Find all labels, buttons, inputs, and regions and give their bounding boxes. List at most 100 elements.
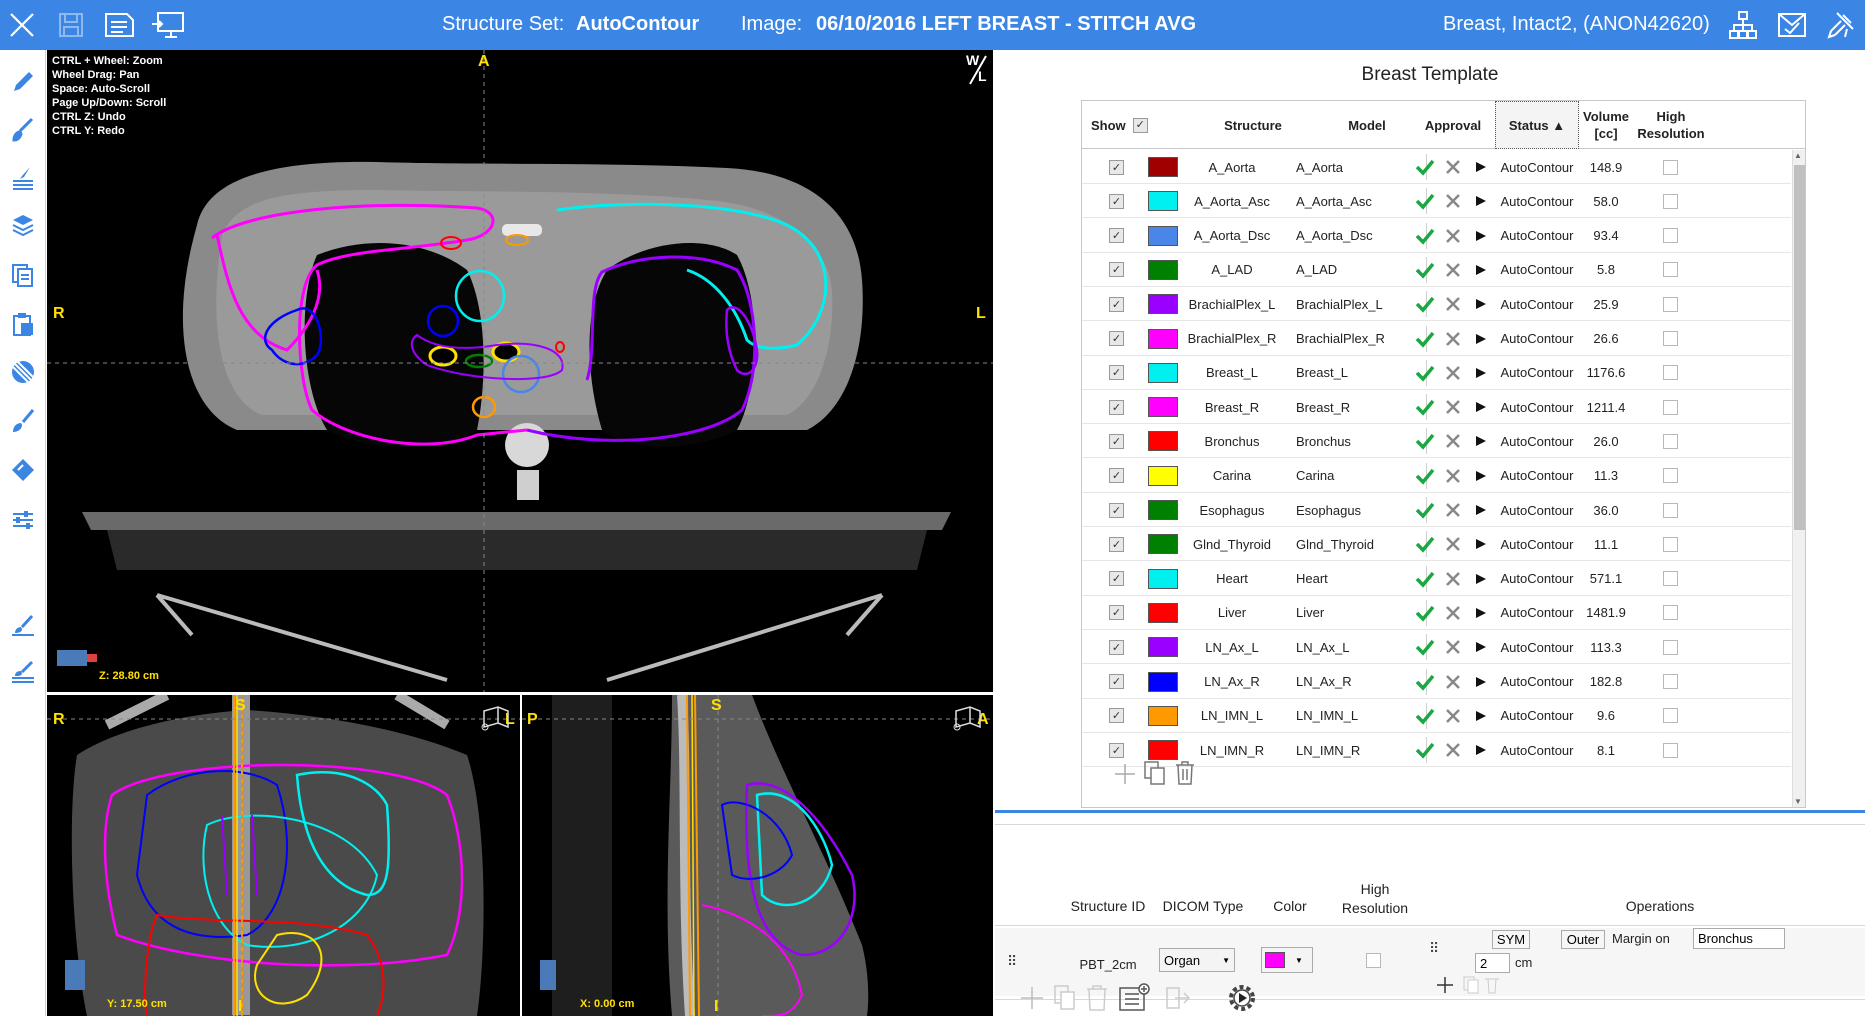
model-cell[interactable]: BrachialPlex_R ⌄ — [1292, 322, 1427, 356]
model-dropdown[interactable]: BrachialPlex_L ⌄ — [1292, 291, 1427, 318]
add-operation-icon[interactable] — [1436, 976, 1454, 994]
show-all-checkbox[interactable]: ✓ — [1132, 117, 1148, 133]
model-dropdown[interactable]: Glnd_Thyroid ⌄ — [1292, 531, 1427, 558]
high-resolution-checkbox[interactable] — [1663, 365, 1678, 381]
reject-icon[interactable] — [1445, 356, 1461, 390]
3d-view-icon[interactable] — [480, 703, 512, 731]
show-checkbox[interactable]: ✓ — [1109, 193, 1124, 209]
play-icon[interactable] — [1475, 527, 1487, 561]
model-dropdown[interactable]: A_Aorta_Dsc ⌄ — [1292, 222, 1427, 249]
export-icon[interactable] — [1163, 984, 1191, 1012]
table-row[interactable]: ✓ LN_Ax_L LN_Ax_L ⌄ AutoContour 113.3 — [1082, 630, 1791, 665]
copy-row-icon[interactable] — [1053, 984, 1077, 1012]
structure-color-swatch[interactable] — [1148, 157, 1178, 177]
play-icon[interactable] — [1475, 356, 1487, 390]
play-icon[interactable] — [1475, 150, 1487, 184]
structure-color-swatch[interactable] — [1148, 534, 1178, 555]
show-checkbox[interactable]: ✓ — [1109, 674, 1124, 689]
reject-icon[interactable] — [1445, 527, 1461, 561]
reject-icon[interactable] — [1445, 733, 1461, 767]
reject-icon[interactable] — [1445, 596, 1461, 630]
approve-icon[interactable] — [1415, 253, 1435, 287]
play-icon[interactable] — [1475, 390, 1487, 424]
reject-icon[interactable] — [1445, 322, 1461, 356]
reject-icon[interactable] — [1445, 219, 1461, 253]
play-icon[interactable] — [1475, 562, 1487, 596]
structure-id-value[interactable]: PBT_2cm — [1063, 957, 1153, 972]
reject-icon[interactable] — [1445, 493, 1461, 527]
approve-icon[interactable] — [1415, 733, 1435, 767]
reject-icon[interactable] — [1445, 665, 1461, 699]
play-icon[interactable] — [1475, 184, 1487, 218]
structure-color-swatch[interactable] — [1148, 259, 1178, 280]
model-cell[interactable]: Heart ⌄ — [1292, 562, 1427, 596]
structure-color-swatch[interactable] — [1148, 740, 1178, 761]
table-row[interactable]: ✓ Breast_L Breast_L ⌄ AutoContour 1176.6 — [1082, 356, 1791, 390]
scroll-up-icon[interactable]: ▲ — [1794, 151, 1802, 160]
table-row[interactable]: ✓ Glnd_Thyroid Glnd_Thyroid ⌄ AutoContour 11.… — [1082, 527, 1791, 562]
reject-icon[interactable] — [1445, 562, 1461, 596]
structure-color-swatch[interactable] — [1148, 705, 1178, 726]
show-checkbox[interactable]: ✓ — [1109, 708, 1124, 724]
model-cell[interactable]: Breast_R ⌄ — [1292, 390, 1427, 424]
play-icon[interactable] — [1475, 596, 1487, 630]
3d-view-icon[interactable] — [952, 703, 984, 731]
model-cell[interactable]: LN_IMN_L ⌄ — [1292, 699, 1427, 733]
model-dropdown[interactable]: BrachialPlex_R ⌄ — [1292, 325, 1427, 352]
stack-brush-icon[interactable] — [7, 162, 39, 194]
play-icon[interactable] — [1475, 287, 1487, 321]
table-row[interactable]: ✓ Heart Heart ⌄ AutoContour 571.1 — [1082, 562, 1791, 596]
approve-icon[interactable] — [1415, 322, 1435, 356]
high-resolution-checkbox[interactable] — [1663, 159, 1678, 175]
show-checkbox[interactable]: ✓ — [1109, 742, 1124, 758]
table-row[interactable]: ✓ Carina Carina ⌄ AutoContour 11.3 — [1082, 459, 1791, 493]
axial-viewer[interactable]: CTRL + Wheel: Zoom Wheel Drag: Pan Space… — [47, 50, 993, 692]
high-resolution-checkbox[interactable] — [1663, 708, 1678, 724]
model-dropdown[interactable]: Carina ⌄ — [1292, 462, 1427, 489]
drag-handle-icon[interactable]: ⠿ — [1007, 953, 1017, 970]
add-structure-icon[interactable] — [1113, 762, 1137, 786]
column-volume[interactable]: Volume [cc] — [1578, 101, 1634, 149]
approve-icon[interactable] — [1415, 356, 1435, 390]
model-dropdown[interactable]: Esophagus ⌄ — [1292, 497, 1427, 523]
high-resolution-checkbox[interactable] — [1663, 296, 1678, 312]
show-checkbox[interactable]: ✓ — [1109, 159, 1124, 175]
coronal-viewer[interactable]: S R L I Y: 17.50 cm — [47, 695, 520, 1016]
play-icon[interactable] — [1475, 424, 1487, 458]
high-resolution-checkbox[interactable] — [1663, 331, 1678, 346]
delete-operation-icon[interactable] — [1484, 976, 1500, 994]
show-checkbox[interactable]: ✓ — [1109, 639, 1124, 655]
high-resolution-checkbox[interactable] — [1663, 536, 1678, 552]
paint-brush-icon[interactable] — [7, 405, 39, 437]
diamond-tool-icon[interactable] — [7, 454, 39, 486]
paste-icon[interactable] — [7, 308, 39, 340]
model-cell[interactable]: LN_IMN_R ⌄ — [1292, 733, 1427, 767]
structure-color-swatch[interactable] — [1148, 225, 1178, 246]
reject-icon[interactable] — [1445, 150, 1461, 184]
play-icon[interactable] — [1475, 699, 1487, 733]
show-checkbox[interactable]: ✓ — [1109, 468, 1124, 484]
brush-slice-icon[interactable] — [7, 610, 39, 642]
table-row[interactable]: ✓ A_Aorta_Asc A_Aorta_Asc ⌄ AutoContour 58.0 — [1082, 184, 1791, 219]
sym-button[interactable]: SYM — [1492, 930, 1530, 949]
delete-structure-icon[interactable] — [1173, 760, 1197, 786]
brush-icon[interactable] — [7, 113, 39, 145]
model-cell[interactable]: Esophagus ⌄ — [1292, 493, 1427, 527]
approve-icon[interactable] — [1415, 219, 1435, 253]
table-row[interactable]: ✓ A_Aorta_Dsc A_Aorta_Dsc ⌄ AutoContour 93.4 — [1082, 219, 1791, 253]
structure-color-swatch[interactable] — [1148, 500, 1178, 520]
model-dropdown[interactable]: A_LAD ⌄ — [1292, 256, 1427, 283]
table-row[interactable]: ✓ Breast_R Breast_R ⌄ AutoContour 1211.4 — [1082, 390, 1791, 425]
column-structure[interactable]: Structure — [1188, 101, 1318, 149]
play-icon[interactable] — [1475, 219, 1487, 253]
outer-button[interactable]: Outer — [1561, 930, 1605, 949]
monitor-export-icon[interactable] — [150, 7, 186, 43]
layers-icon[interactable] — [7, 209, 39, 241]
reject-icon[interactable] — [1445, 253, 1461, 287]
model-cell[interactable]: A_Aorta ⌄ — [1292, 150, 1427, 184]
copy-structure-icon[interactable] — [1143, 760, 1167, 786]
erase-region-icon[interactable] — [7, 356, 39, 388]
model-cell[interactable]: Carina ⌄ — [1292, 459, 1427, 493]
scroll-down-icon[interactable]: ▼ — [1794, 797, 1802, 806]
model-dropdown[interactable]: Breast_R ⌄ — [1292, 394, 1427, 421]
